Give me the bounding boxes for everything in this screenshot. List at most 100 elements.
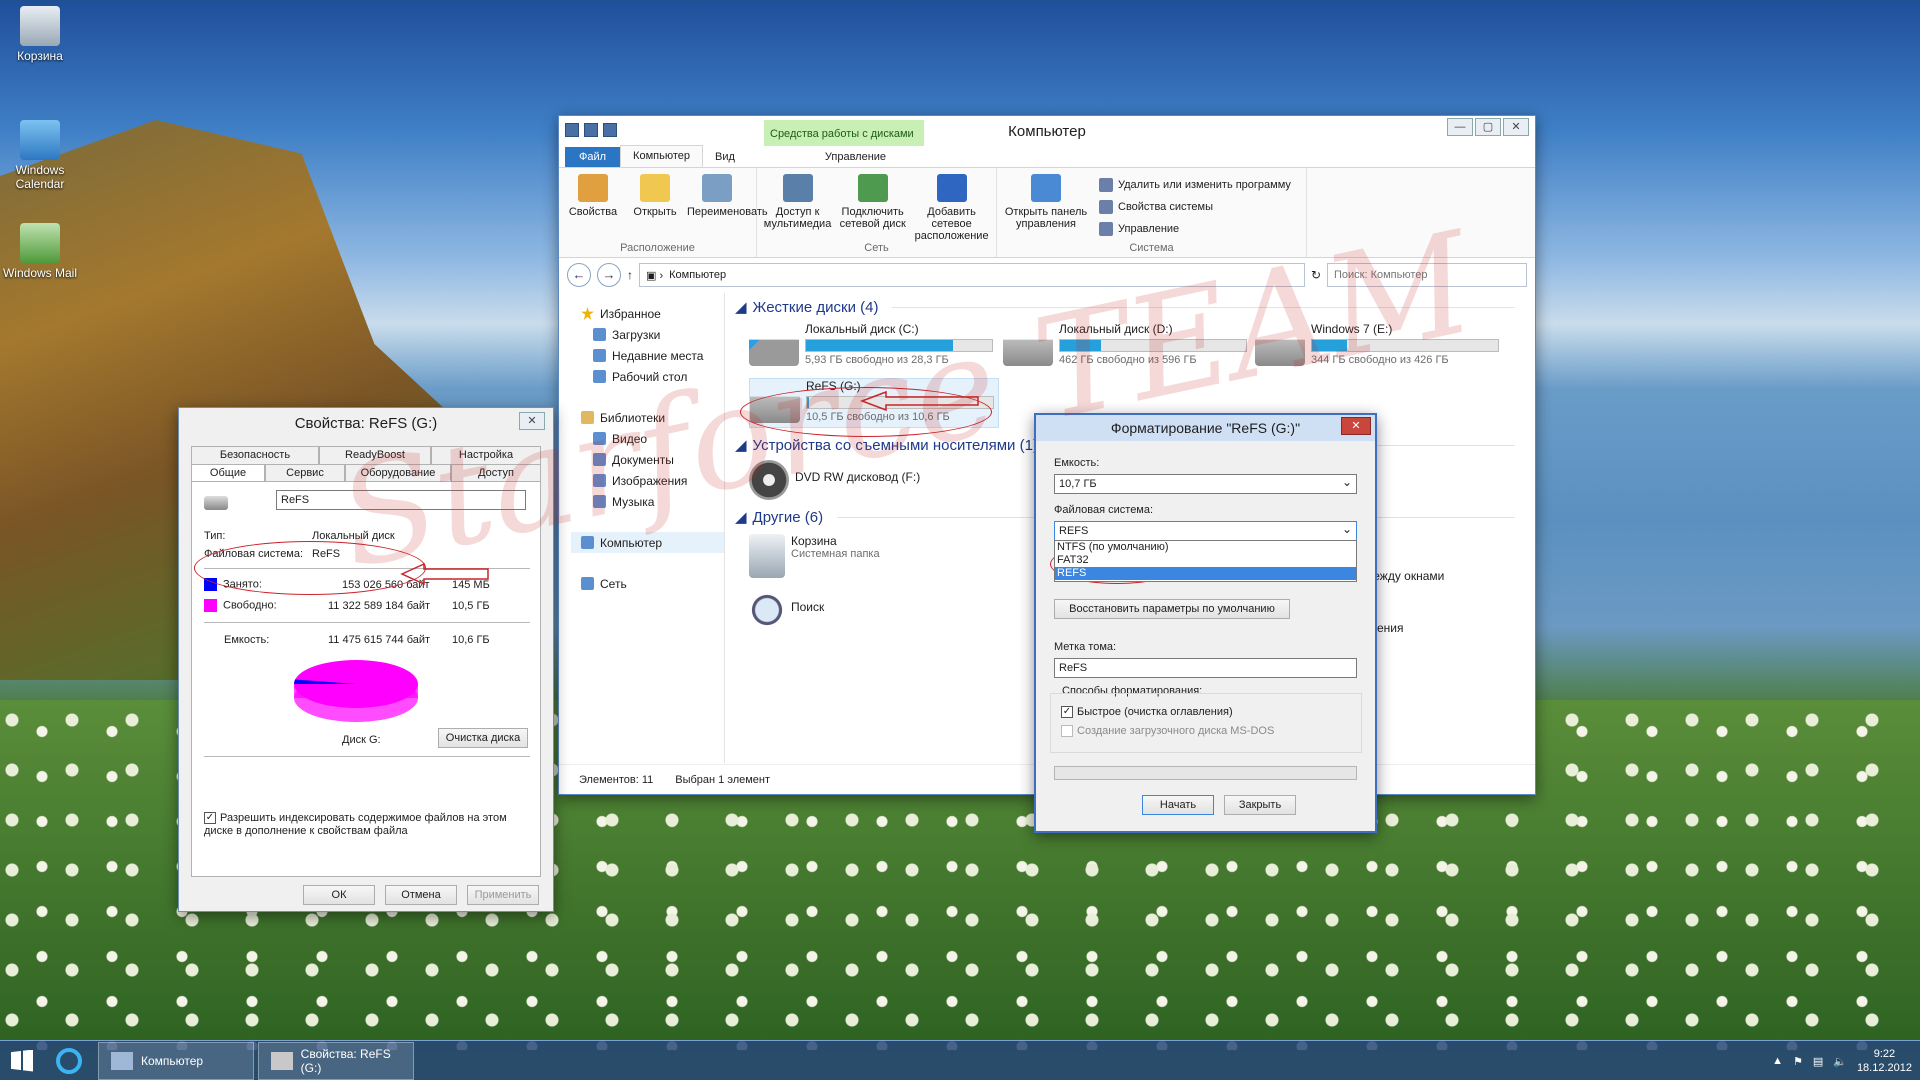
start-button[interactable]: Начать xyxy=(1142,795,1214,815)
collapse-icon: ◢ xyxy=(735,509,747,526)
tab-security[interactable]: Безопасность xyxy=(191,446,319,464)
volume-label-input[interactable]: ReFS xyxy=(1054,658,1357,678)
tab-computer[interactable]: Компьютер xyxy=(620,145,703,167)
button-label: Свойства системы xyxy=(1118,201,1214,213)
network-icon[interactable]: ▤ xyxy=(1813,1055,1823,1068)
nav-computer[interactable]: Компьютер xyxy=(571,532,724,553)
computer-icon: ▣ › xyxy=(646,269,664,282)
drive-d[interactable]: Локальный диск (D:) 462 ГБ свободно из 59… xyxy=(1003,322,1253,372)
rename-icon xyxy=(702,174,732,202)
refresh-icon[interactable]: ↻ xyxy=(1311,268,1321,282)
up-icon[interactable]: ↑ xyxy=(627,268,633,282)
drive-name-input[interactable]: ReFS xyxy=(276,490,526,510)
format-dialog: Форматирование "ReFS (G:)" ✕ Емкость: 10… xyxy=(1034,413,1377,833)
fs-select[interactable]: REFS xyxy=(1054,521,1357,541)
index-checkbox-row[interactable]: ✓ Разрешить индексировать содержимое файл… xyxy=(204,812,524,838)
system-properties-button[interactable]: Свойства системы xyxy=(1099,196,1291,218)
ok-button[interactable]: ОК xyxy=(303,885,375,905)
clock-date: 18.12.2012 xyxy=(1856,1062,1912,1074)
used-swatch xyxy=(204,578,217,591)
nav-desktop[interactable]: Рабочий стол xyxy=(581,366,724,387)
used-row: Занято: xyxy=(204,578,262,591)
fs-option-fat32[interactable]: FAT32 xyxy=(1055,554,1356,567)
item-search[interactable]: Поиск xyxy=(749,588,999,638)
music-icon xyxy=(593,495,606,508)
fs-option-refs[interactable]: REFS xyxy=(1055,567,1356,580)
taskbar-item-computer[interactable]: Компьютер xyxy=(98,1041,254,1080)
uninstall-program-button[interactable]: Удалить или изменить программу xyxy=(1099,174,1291,196)
nav-music[interactable]: Музыка xyxy=(581,491,724,512)
tab-view[interactable]: Вид xyxy=(703,147,747,167)
network-icon xyxy=(581,577,594,590)
nav-downloads[interactable]: Загрузки xyxy=(581,324,724,345)
tab-manage[interactable]: Управление xyxy=(787,147,924,167)
maximize-icon[interactable]: ▢ xyxy=(1475,118,1501,136)
cancel-button[interactable]: Отмена xyxy=(385,885,457,905)
tab-file[interactable]: Файл xyxy=(565,147,621,167)
section-hard-disks[interactable]: ◢ Жесткие диски (4) xyxy=(735,296,1515,318)
item-recycle-bin[interactable]: Корзина Системная папка xyxy=(749,534,999,584)
tab-general[interactable]: Общие xyxy=(191,464,265,482)
tab-tools[interactable]: Сервис xyxy=(265,464,345,482)
close-icon[interactable]: ✕ xyxy=(1503,118,1529,136)
close-icon[interactable]: ✕ xyxy=(519,412,545,430)
taskbar-item-properties[interactable]: Свойства: ReFS (G:) xyxy=(258,1041,414,1080)
drive-f-dvd[interactable]: DVD RW дисковод (F:) xyxy=(749,460,999,510)
drive-c[interactable]: Локальный диск (C:) 5,93 ГБ свободно из 2… xyxy=(749,322,999,372)
drive-g[interactable]: ReFS (G:) 10,5 ГБ свободно из 10,6 ГБ xyxy=(749,378,999,428)
section-title: Устройства со съемными носителями (1) xyxy=(752,436,1038,454)
flag-icon[interactable]: ⚑ xyxy=(1793,1055,1803,1068)
back-button[interactable]: ← xyxy=(567,263,591,287)
quick-format-row[interactable]: ✓ Быстрое (очистка оглавления) xyxy=(1061,706,1233,719)
index-checkbox[interactable]: ✓ xyxy=(204,812,216,825)
drive-icon xyxy=(1255,339,1305,366)
nav-libraries[interactable]: Библиотеки xyxy=(581,407,724,428)
tab-customize[interactable]: Настройка xyxy=(431,446,541,464)
button-label: Удалить или изменить программу xyxy=(1118,179,1291,191)
capacity-label: Емкость: xyxy=(1054,457,1100,469)
restore-defaults-button[interactable]: Восстановить параметры по умолчанию xyxy=(1054,599,1290,619)
tab-hardware[interactable]: Оборудование xyxy=(345,464,451,482)
nav-label: Недавние места xyxy=(612,348,704,363)
ribbon-group-system: Открыть панель управления Удалить или из… xyxy=(997,168,1307,257)
close-button[interactable]: Закрыть xyxy=(1224,795,1296,815)
start-button[interactable] xyxy=(0,1041,44,1080)
dialog-title: Свойства: ReFS (G:) xyxy=(294,414,438,432)
disk-cleanup-button[interactable]: Очистка диска xyxy=(438,728,528,748)
msdos-checkbox[interactable] xyxy=(1061,725,1073,738)
nav-pictures[interactable]: Изображения xyxy=(581,470,724,491)
forward-button[interactable]: → xyxy=(597,263,621,287)
recycle-bin-icon xyxy=(20,6,60,46)
desktop-icon-recycle-bin[interactable]: Корзина xyxy=(0,6,80,63)
capacity-select[interactable]: 10,7 ГБ xyxy=(1054,474,1357,494)
group-label: Сеть xyxy=(864,242,889,254)
address-bar[interactable]: ▣ › Компьютер xyxy=(639,263,1305,287)
tab-readyboost[interactable]: ReadyBoost xyxy=(319,446,431,464)
desktop-icon-mail[interactable]: Windows Mail xyxy=(0,223,80,280)
tab-sharing[interactable]: Доступ xyxy=(451,464,541,482)
nav-documents[interactable]: Документы xyxy=(581,449,724,470)
nav-network[interactable]: Сеть xyxy=(581,573,724,594)
close-icon[interactable]: ✕ xyxy=(1341,417,1371,435)
apply-button[interactable]: Применить xyxy=(467,885,539,905)
manage-button[interactable]: Управление xyxy=(1099,218,1291,240)
desktop-icon-calendar[interactable]: Windows Calendar xyxy=(0,120,80,191)
quick-format-checkbox[interactable]: ✓ xyxy=(1061,706,1073,719)
drive-e[interactable]: Windows 7 (E:) 344 ГБ свободно из 426 ГБ xyxy=(1255,322,1505,372)
show-hidden-icon[interactable]: ▲ xyxy=(1772,1055,1783,1067)
computer-icon xyxy=(581,536,594,549)
free-row: Свободно: xyxy=(204,599,277,612)
nav-favorites[interactable]: Избранное xyxy=(581,303,724,324)
nav-video[interactable]: Видео xyxy=(581,428,724,449)
clock[interactable]: 9:22 18.12.2012 xyxy=(1857,1047,1912,1075)
fs-option-ntfs[interactable]: NTFS (по умолчанию) xyxy=(1055,541,1356,554)
ie-button[interactable] xyxy=(44,1041,94,1080)
volume-icon[interactable]: 🔈 xyxy=(1833,1055,1847,1068)
fs-label: Файловая система: xyxy=(1054,504,1154,516)
nav-recent[interactable]: Недавние места xyxy=(581,345,724,366)
minimize-icon[interactable]: — xyxy=(1447,118,1473,136)
usage-bar-fill xyxy=(806,340,953,351)
msdos-row[interactable]: Создание загрузочного диска MS-DOS xyxy=(1061,725,1274,738)
search-input[interactable]: Поиск: Компьютер xyxy=(1327,263,1527,287)
taskbar: Компьютер Свойства: ReFS (G:) ▲ ⚑ ▤ 🔈 9:… xyxy=(0,1040,1920,1080)
